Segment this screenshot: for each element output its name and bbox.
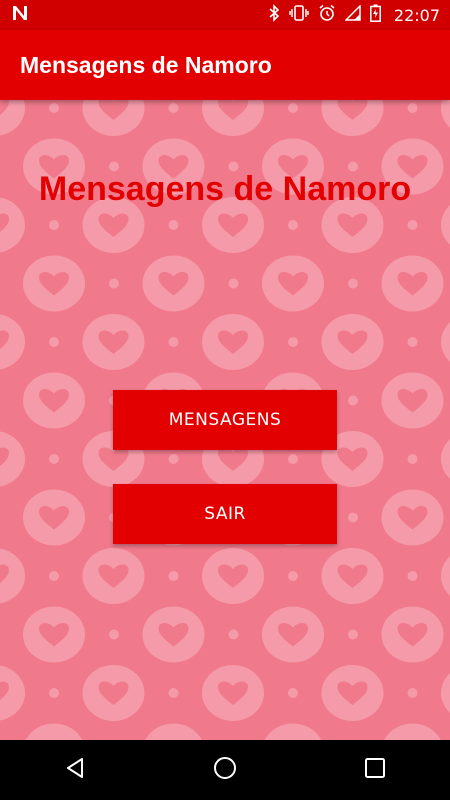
signal-icon <box>344 4 361 25</box>
home-icon <box>213 756 237 785</box>
mensagens-button[interactable]: MENSAGENS <box>113 390 337 450</box>
n-notification-icon <box>12 5 28 25</box>
page-title: Mensagens de Namoro <box>38 170 412 208</box>
sair-button[interactable]: SAIR <box>113 484 337 544</box>
main-content: Mensagens de Namoro MENSAGENS SAIR <box>0 100 450 740</box>
recents-button[interactable] <box>345 740 405 800</box>
app-bar-title: Mensagens de Namoro <box>20 51 272 78</box>
recents-icon <box>364 757 386 784</box>
bluetooth-icon <box>268 4 280 26</box>
vibrate-icon <box>289 4 309 26</box>
back-icon <box>64 757 86 784</box>
status-time: 22:07 <box>393 5 440 25</box>
home-button[interactable] <box>195 740 255 800</box>
alarm-icon <box>318 4 336 26</box>
battery-charging-icon <box>369 4 381 26</box>
app-bar: Mensagens de Namoro <box>0 30 450 100</box>
navigation-bar <box>0 740 450 800</box>
status-bar: 22:07 <box>0 0 450 30</box>
back-button[interactable] <box>45 740 105 800</box>
